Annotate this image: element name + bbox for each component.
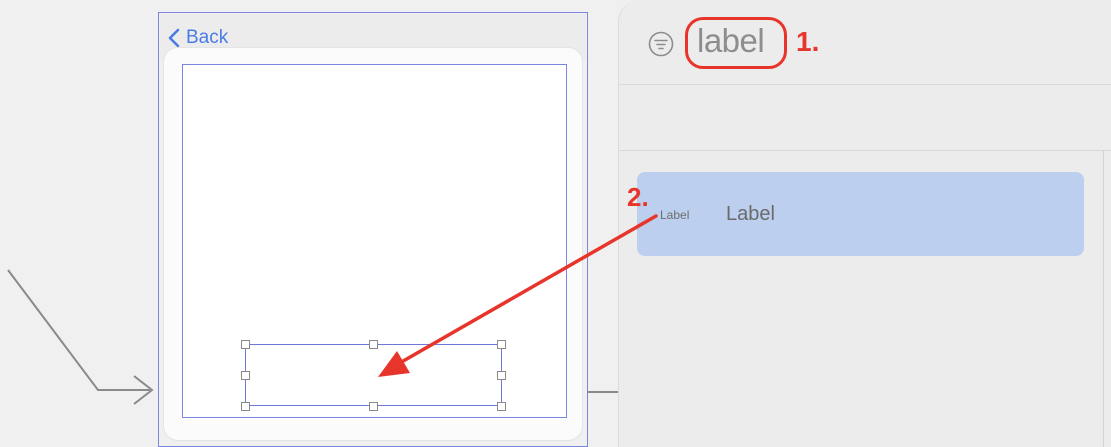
- resize-handle-bottom[interactable]: [369, 402, 378, 411]
- resize-handle-top-right[interactable]: [497, 340, 506, 349]
- label-thumbnail-icon: Label: [660, 208, 690, 222]
- annotation-step-1: 1.: [796, 26, 820, 57]
- panel-edge-divider: [1103, 150, 1104, 447]
- filter-icon[interactable]: [648, 31, 674, 57]
- library-result-name: Label: [726, 203, 775, 225]
- resize-handle-left[interactable]: [241, 371, 250, 380]
- toolbar-divider: [618, 84, 1111, 85]
- annotation-highlight-circle: [685, 17, 787, 69]
- back-button-label: Back: [186, 27, 229, 48]
- resize-handle-right[interactable]: [497, 371, 506, 380]
- chevron-left-icon: [168, 28, 180, 48]
- resize-handle-top[interactable]: [369, 340, 378, 349]
- resize-handle-bottom-left[interactable]: [241, 402, 250, 411]
- resize-handle-top-left[interactable]: [241, 340, 250, 349]
- annotation-step-2: 2.: [627, 182, 649, 212]
- placed-label-element[interactable]: [245, 344, 502, 406]
- resize-handle-bottom-right[interactable]: [497, 402, 506, 411]
- library-result-label[interactable]: [637, 172, 1084, 256]
- filter-area-divider: [618, 150, 1111, 151]
